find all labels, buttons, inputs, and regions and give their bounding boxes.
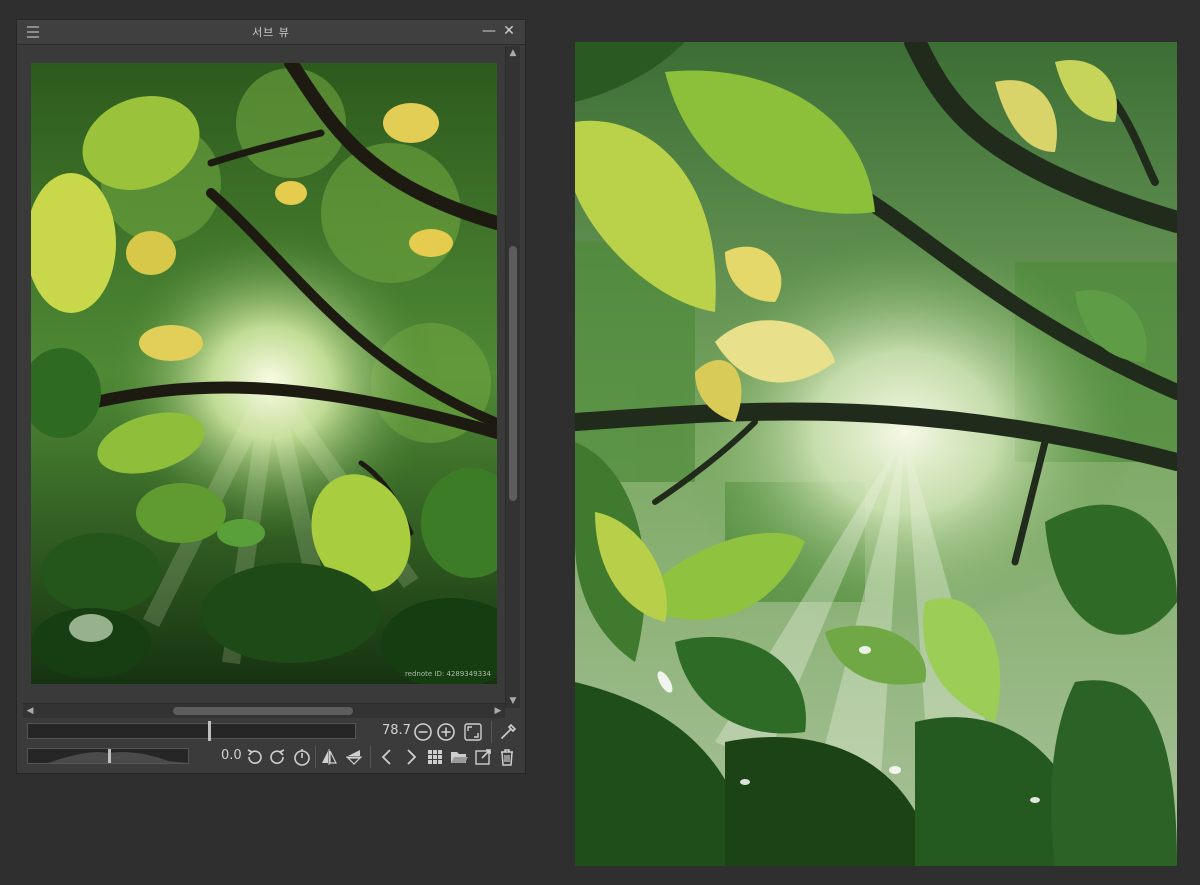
rotation-slider-handle[interactable] <box>108 749 111 763</box>
delete-icon[interactable] <box>497 747 517 767</box>
grid-view-icon[interactable] <box>425 747 445 767</box>
scroll-down-icon[interactable]: ▼ <box>506 694 520 708</box>
panel-titlebar[interactable]: 서브 뷰 — ✕ <box>17 20 525 45</box>
vertical-scroll-thumb[interactable] <box>509 246 517 501</box>
toolbar-divider <box>315 746 316 768</box>
main-canvas[interactable] <box>575 42 1177 866</box>
scroll-left-icon[interactable]: ◀ <box>23 704 37 718</box>
flip-horizontal-icon[interactable] <box>319 747 339 767</box>
minimize-icon[interactable]: — <box>481 23 497 39</box>
eyedropper-icon[interactable] <box>498 722 518 742</box>
rotation-value: 0.0 <box>221 748 242 763</box>
zoom-slider[interactable] <box>27 721 356 741</box>
reset-rotation-icon[interactable] <box>292 747 312 767</box>
horizontal-scroll-thumb[interactable] <box>173 707 353 715</box>
toolbar-divider <box>370 746 371 768</box>
close-icon[interactable]: ✕ <box>501 23 517 39</box>
horizontal-scrollbar[interactable]: ◀ ▶ <box>23 703 505 718</box>
rotation-slider[interactable] <box>27 748 189 764</box>
zoom-value: 78.7 <box>382 723 411 738</box>
reference-photo-art <box>31 63 497 684</box>
rotate-right-icon[interactable] <box>268 747 288 767</box>
sub-view-panel: 서브 뷰 — ✕ rednote ID: 4289349334 ▲ ▼ ◀ ▶ … <box>16 19 526 774</box>
zoom-in-icon[interactable] <box>436 722 456 742</box>
zoom-slider-handle[interactable] <box>208 721 211 741</box>
fit-window-icon[interactable] <box>463 722 483 742</box>
toolbar-divider <box>491 721 492 743</box>
open-folder-icon[interactable] <box>449 747 469 767</box>
canvas-artwork <box>575 42 1177 866</box>
import-image-icon[interactable] <box>473 747 493 767</box>
scroll-right-icon[interactable]: ▶ <box>491 704 505 718</box>
reference-image[interactable]: rednote ID: 4289349334 <box>31 63 497 684</box>
flip-vertical-icon[interactable] <box>344 747 364 767</box>
previous-icon[interactable] <box>377 747 397 767</box>
reference-viewport[interactable]: rednote ID: 4289349334 <box>23 46 503 708</box>
zoom-out-icon[interactable] <box>413 722 433 742</box>
scroll-up-icon[interactable]: ▲ <box>506 46 520 60</box>
rotate-left-icon[interactable] <box>244 747 264 767</box>
image-watermark: rednote ID: 4289349334 <box>404 670 491 678</box>
panel-title: 서브 뷰 <box>252 26 290 39</box>
next-icon[interactable] <box>401 747 421 767</box>
vertical-scrollbar[interactable]: ▲ ▼ <box>505 46 520 708</box>
